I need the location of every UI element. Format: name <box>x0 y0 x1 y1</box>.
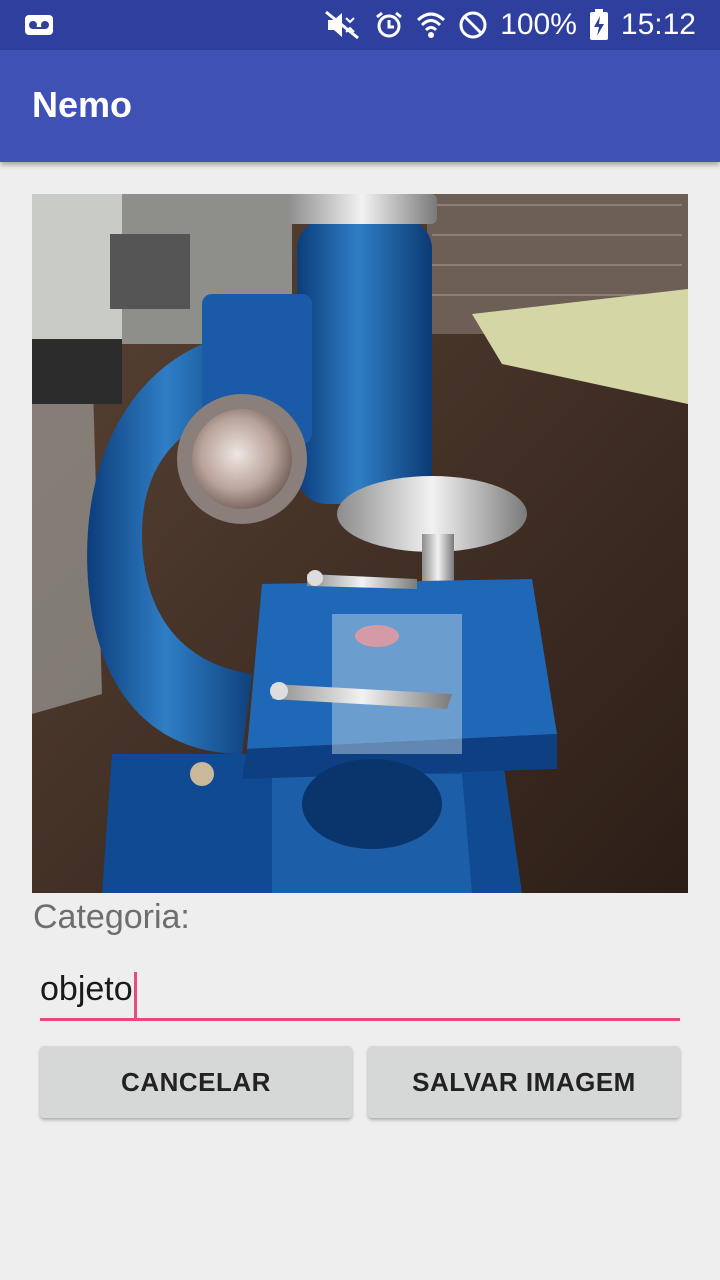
app-title: Nemo <box>32 84 133 125</box>
mute-icon <box>325 10 360 40</box>
save-image-button[interactable]: SALVAR IMAGEM <box>368 1046 680 1118</box>
battery-percent: 100% <box>500 8 577 41</box>
alarm-icon <box>376 11 403 38</box>
status-bar: 100% 15:12 <box>0 0 720 50</box>
category-input[interactable]: objeto <box>40 960 680 1021</box>
status-icons: 100% 15:12 <box>324 0 696 50</box>
voicemail-icon <box>25 15 53 35</box>
text-cursor <box>133 971 137 1020</box>
photo-illustration <box>32 194 688 893</box>
category-label: Categoria: <box>33 898 190 936</box>
app-bar: Nemo <box>0 50 720 162</box>
category-input-value[interactable]: objeto <box>40 970 133 1008</box>
cancel-button[interactable]: CANCELAR <box>40 1046 352 1118</box>
do-not-disturb-icon <box>459 11 487 39</box>
battery-charging-icon <box>589 9 608 40</box>
microscope-photo <box>32 194 688 893</box>
save-image-button-label: SALVAR IMAGEM <box>412 1066 636 1097</box>
clock: 15:12 <box>620 8 696 41</box>
cancel-button-label: CANCELAR <box>121 1066 271 1097</box>
wifi-icon <box>417 12 446 38</box>
